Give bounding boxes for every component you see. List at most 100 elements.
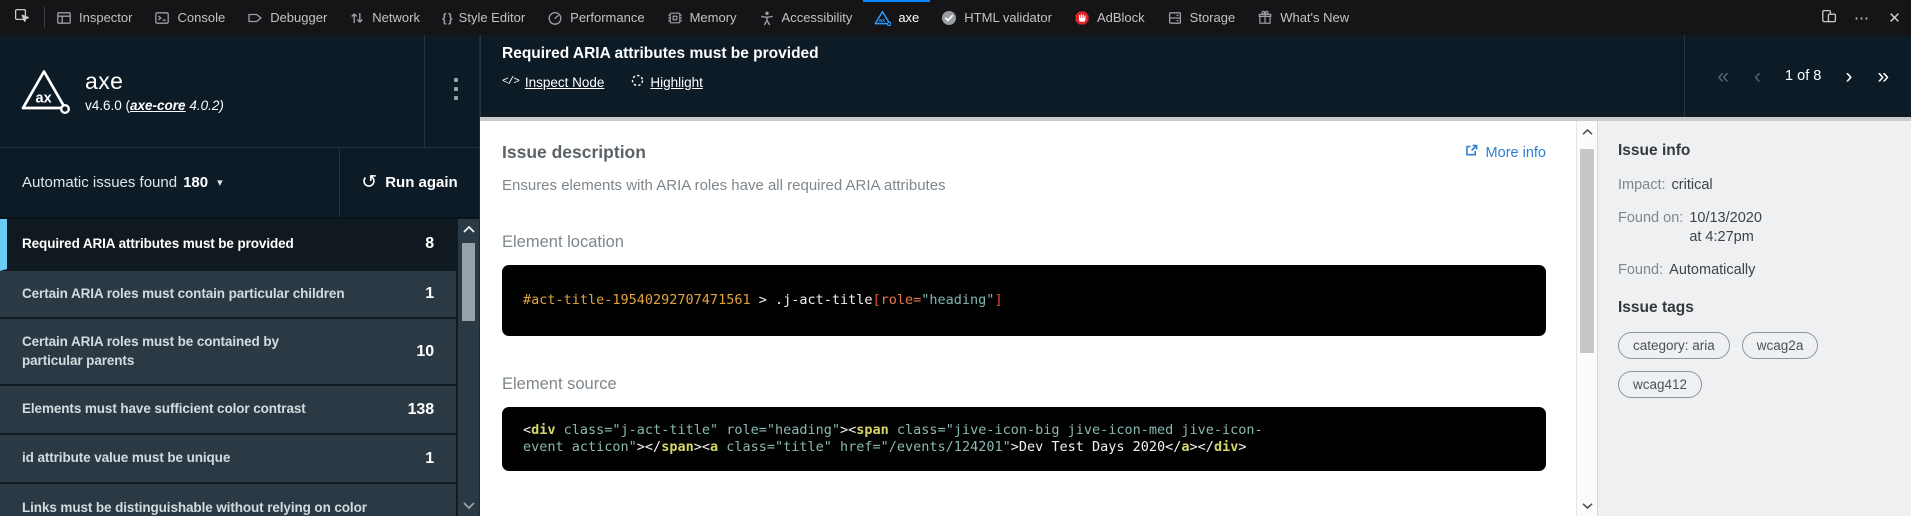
source-line-1: <div class="j-act-title" role="heading">… (523, 422, 1525, 439)
tab-storage[interactable]: Storage (1156, 0, 1247, 35)
found-on-label: Found on: (1618, 210, 1683, 226)
run-again-button[interactable]: ↺ Run again (340, 148, 479, 217)
tab-adblock[interactable]: AdBlock (1063, 0, 1156, 35)
style-editor-icon: { } (442, 11, 452, 25)
devtools-tabbar: Inspector Console Debugger Network { } S… (0, 0, 1911, 35)
scrollbar-thumb[interactable] (462, 243, 475, 321)
tab-label: Performance (570, 10, 644, 25)
issue-row-link-in-text-block[interactable]: Links must be distinguishable without re… (0, 484, 456, 516)
pick-element-icon (14, 7, 30, 28)
html-validator-icon (941, 10, 957, 26)
tab-label: Inspector (79, 10, 132, 25)
inspect-node-link[interactable]: </> Inspect Node (502, 74, 604, 90)
found-on-value: 10/13/2020 at 4:27pm (1689, 210, 1762, 245)
scroll-up-icon[interactable] (1577, 123, 1597, 140)
found-on-row: Found on: 10/13/2020 at 4:27pm (1618, 210, 1891, 245)
element-source-heading: Element source (502, 375, 1546, 394)
svg-text:ax: ax (36, 90, 52, 106)
impact-label: Impact: (1618, 177, 1666, 193)
next-issue-button[interactable]: › (1837, 66, 1860, 87)
axe-toolbar: Automatic issues found 180 ▾ ↺ Run again (0, 148, 479, 219)
issue-count: 10 (416, 343, 434, 361)
first-issue-button[interactable]: « (1709, 66, 1737, 87)
issue-row-required-aria-attributes[interactable]: Required ARIA attributes must be provide… (0, 219, 456, 271)
issue-row-duplicate-id[interactable]: id attribute value must be unique 1 (0, 435, 456, 484)
element-location-heading: Element location (502, 233, 1546, 252)
devtools-more-button[interactable]: ⋯ (1845, 0, 1878, 35)
tab-label: Debugger (270, 10, 327, 25)
tab-label: axe (898, 10, 919, 25)
tab-label: Style Editor (459, 10, 525, 25)
issue-detail-header: Required ARIA attributes must be provide… (480, 35, 1911, 117)
tag-category-aria[interactable]: category: aria (1618, 332, 1730, 359)
tab-label: Console (177, 10, 225, 25)
tab-label: Accessibility (782, 10, 853, 25)
issue-row-color-contrast[interactable]: Elements must have sufficient color cont… (0, 386, 456, 435)
scrollbar-thumb[interactable] (1580, 149, 1594, 353)
issue-row-aria-required-parent[interactable]: Certain ARIA roles must be contained by … (0, 319, 456, 386)
tab-accessibility[interactable]: Accessibility (748, 0, 864, 35)
tab-label: Memory (690, 10, 737, 25)
tag-wcag412[interactable]: wcag412 (1618, 371, 1702, 398)
element-location-code: #act-title-19540292707471561 > .j-act-ti… (502, 265, 1546, 336)
issue-row-aria-required-children[interactable]: Certain ARIA roles must contain particul… (0, 271, 456, 319)
pager-position: 1 of 8 (1785, 68, 1821, 84)
last-issue-button[interactable]: » (1869, 66, 1897, 87)
issue-count: 138 (408, 401, 434, 419)
issue-tags-heading: Issue tags (1618, 299, 1891, 317)
tab-console[interactable]: Console (143, 0, 236, 35)
scroll-down-icon[interactable] (1577, 497, 1597, 514)
highlight-link[interactable]: Highlight (631, 74, 703, 90)
refresh-icon: ↺ (361, 171, 377, 194)
tab-html-validator[interactable]: HTML validator (930, 0, 1063, 35)
tab-network[interactable]: Network (338, 0, 431, 35)
issues-count: 180 (183, 174, 208, 191)
previous-issue-button[interactable]: ‹ (1746, 66, 1769, 87)
issue-pager: « ‹ 1 of 8 › » (1709, 35, 1897, 117)
inspector-icon (56, 10, 72, 26)
axe-core-link[interactable]: axe-core (130, 98, 186, 113)
tab-inspector[interactable]: Inspector (45, 0, 143, 35)
external-link-icon (1464, 143, 1479, 162)
tab-debugger[interactable]: Debugger (236, 0, 338, 35)
axe-panel-header: ax axe v4.6.0 (axe-core 4.0.2) (0, 35, 479, 148)
header-pager-divider (1684, 35, 1685, 117)
pick-element-button[interactable] (0, 0, 44, 35)
more-info-link[interactable]: More info (1464, 143, 1546, 162)
issue-count: 1 (425, 285, 434, 303)
tab-memory[interactable]: Memory (656, 0, 748, 35)
responsive-design-icon (1821, 8, 1837, 28)
performance-icon (547, 10, 563, 26)
tab-performance[interactable]: Performance (536, 0, 655, 35)
overflow-menu-button[interactable] (449, 73, 463, 105)
issue-list-scrollbar[interactable] (456, 219, 479, 516)
tag-wcag2a[interactable]: wcag2a (1742, 332, 1819, 359)
devtools-close-button[interactable]: ✕ (1878, 0, 1911, 35)
issue-info-sidebar: Issue info Impact: critical Found on: 10… (1597, 121, 1911, 516)
issue-info-heading: Issue info (1618, 142, 1891, 160)
axe-logo: ax (18, 68, 70, 115)
tab-whats-new[interactable]: What's New (1246, 0, 1360, 35)
issues-summary-dropdown[interactable]: Automatic issues found 180 ▾ (0, 148, 339, 217)
scroll-up-icon[interactable] (458, 219, 479, 239)
axe-logo-icon: ax (874, 10, 891, 26)
tab-axe[interactable]: ax axe (863, 0, 930, 35)
chevron-down-icon: ▾ (217, 176, 223, 189)
tab-label: What's New (1280, 10, 1349, 25)
axe-title: axe (85, 69, 224, 93)
axe-sidebar: ax axe v4.6.0 (axe-core 4.0.2) Automatic… (0, 35, 480, 516)
impact-row: Impact: critical (1618, 177, 1891, 193)
content-scrollbar[interactable] (1576, 121, 1597, 516)
svg-text:ax: ax (879, 17, 885, 23)
source-line-2: event acticon"></span><a class="title" h… (523, 439, 1525, 456)
issue-list: Required ARIA attributes must be provide… (0, 219, 479, 516)
close-icon: ✕ (1888, 9, 1901, 27)
tab-style-editor[interactable]: { } Style Editor (431, 0, 536, 35)
scroll-down-icon[interactable] (458, 496, 479, 514)
responsive-design-mode-button[interactable] (1812, 0, 1845, 35)
code-icon: </> (502, 76, 519, 88)
tab-label: Network (372, 10, 420, 25)
issue-description-text: Ensures elements with ARIA roles have al… (502, 177, 1546, 194)
issue-actions: </> Inspect Node Highlight (502, 74, 703, 90)
issue-count: 1 (425, 450, 434, 468)
